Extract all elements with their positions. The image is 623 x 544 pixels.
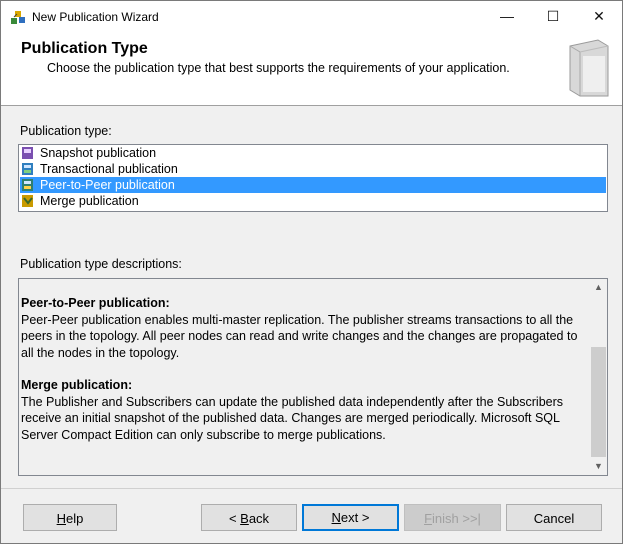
publication-type-list[interactable]: Snapshot publication Transactional publi…	[18, 144, 608, 212]
descriptions-label: Publication type descriptions:	[20, 257, 182, 271]
window-title: New Publication Wizard	[32, 10, 159, 24]
close-button[interactable]: ✕	[576, 1, 622, 32]
footer-divider	[1, 488, 622, 489]
merge-icon	[22, 195, 33, 207]
list-item-snapshot[interactable]: Snapshot publication	[20, 145, 606, 161]
descriptions-text: Peer-to-Peer publication: Peer-Peer publ…	[21, 295, 589, 443]
list-item-label: Transactional publication	[40, 162, 178, 176]
publication-type-label: Publication type:	[20, 124, 112, 138]
scroll-up-icon[interactable]: ▲	[590, 279, 607, 296]
finish-button[interactable]: Finish >>|	[404, 504, 501, 531]
cancel-button[interactable]: Cancel	[506, 504, 602, 531]
wizard-icon	[11, 11, 25, 24]
list-item-label: Snapshot publication	[40, 146, 157, 160]
description-title: Merge publication:	[21, 378, 133, 392]
wizard-window: New Publication Wizard — ☐ ✕ Publication…	[0, 0, 623, 544]
scroll-down-icon[interactable]: ▼	[590, 458, 607, 475]
list-item-merge[interactable]: Merge publication	[20, 193, 606, 209]
list-item-peer-to-peer[interactable]: Peer-to-Peer publication	[20, 177, 606, 193]
description-body: Peer-Peer publication enables multi-mast…	[21, 312, 578, 360]
back-button[interactable]: < Back	[201, 504, 297, 531]
wizard-header: Publication Type Choose the publication …	[1, 32, 622, 106]
help-button[interactable]: Help	[23, 504, 117, 531]
list-item-label: Peer-to-Peer publication	[40, 178, 175, 192]
snapshot-icon	[22, 147, 33, 159]
transactional-icon	[22, 163, 33, 175]
description-title: Peer-to-Peer publication:	[21, 296, 170, 310]
peer-to-peer-icon	[22, 179, 33, 191]
maximize-button[interactable]: ☐	[530, 1, 576, 32]
descriptions-box[interactable]: Peer-to-Peer publication: Peer-Peer publ…	[18, 278, 608, 476]
vertical-scrollbar[interactable]: ▲ ▼	[590, 279, 607, 475]
list-item-transactional[interactable]: Transactional publication	[20, 161, 606, 177]
page-subtitle: Choose the publication type that best su…	[47, 61, 510, 75]
minimize-button[interactable]: —	[484, 1, 530, 32]
list-item-label: Merge publication	[40, 194, 139, 208]
book-icon	[569, 39, 609, 97]
description-body: The Publisher and Subscribers can update…	[21, 394, 564, 442]
next-button[interactable]: Next >	[302, 504, 399, 531]
title-bar[interactable]: New Publication Wizard — ☐ ✕	[1, 1, 622, 32]
page-title: Publication Type	[21, 40, 148, 57]
scroll-thumb[interactable]	[591, 347, 606, 457]
